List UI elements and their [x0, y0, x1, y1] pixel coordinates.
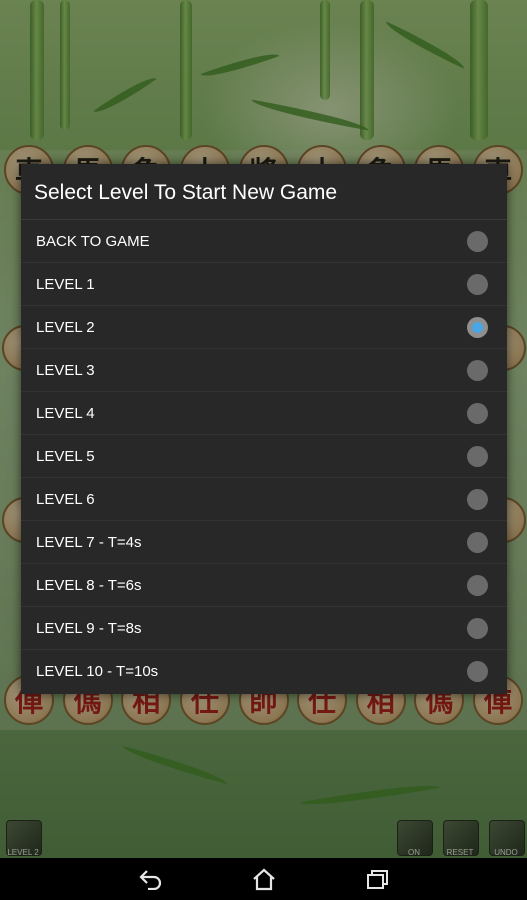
level-option-label: LEVEL 10 - T=10s: [36, 663, 159, 680]
game-screen: 車 馬 象 士 將 士 象 馬 車 俥 傌 相 仕 帥 仕 相 傌 俥 LEVE…: [0, 0, 527, 900]
level-option[interactable]: LEVEL 6: [21, 478, 507, 521]
level-option[interactable]: LEVEL 9 - T=8s: [21, 607, 507, 650]
level-option-label: LEVEL 6: [36, 491, 95, 508]
level-option[interactable]: LEVEL 7 - T=4s: [21, 521, 507, 564]
level-option-label: LEVEL 7 - T=4s: [36, 534, 142, 551]
dialog-title: Select Level To Start New Game: [21, 164, 507, 220]
home-icon[interactable]: [249, 864, 279, 894]
level-option[interactable]: LEVEL 3: [21, 349, 507, 392]
level-select-dialog: Select Level To Start New Game BACK TO G…: [21, 164, 507, 694]
radio-button[interactable]: [467, 231, 488, 252]
level-option[interactable]: LEVEL 5: [21, 435, 507, 478]
level-option[interactable]: LEVEL 10 - T=10s: [21, 650, 507, 693]
radio-button[interactable]: [467, 575, 488, 596]
radio-button[interactable]: [467, 618, 488, 639]
level-option-label: BACK TO GAME: [36, 233, 150, 250]
level-option-label: LEVEL 4: [36, 405, 95, 422]
level-option-label: LEVEL 8 - T=6s: [36, 577, 142, 594]
recent-apps-icon[interactable]: [362, 864, 392, 894]
radio-button[interactable]: [467, 274, 488, 295]
level-option[interactable]: LEVEL 4: [21, 392, 507, 435]
level-option-label: LEVEL 9 - T=8s: [36, 620, 142, 637]
level-option-label: LEVEL 5: [36, 448, 95, 465]
radio-button[interactable]: [467, 489, 488, 510]
system-nav-bar: [0, 858, 527, 900]
level-option[interactable]: LEVEL 8 - T=6s: [21, 564, 507, 607]
level-option-label: LEVEL 1: [36, 276, 95, 293]
level-option[interactable]: BACK TO GAME: [21, 220, 507, 263]
radio-button[interactable]: [467, 446, 488, 467]
radio-button[interactable]: [467, 661, 488, 682]
radio-button[interactable]: [467, 360, 488, 381]
radio-button[interactable]: [467, 532, 488, 553]
level-options-list: BACK TO GAME LEVEL 1 LEVEL 2 LEVEL 3 LEVEL 4…: [21, 220, 507, 693]
radio-button-checked[interactable]: [467, 317, 488, 338]
level-option[interactable]: LEVEL 1: [21, 263, 507, 306]
level-option-label: LEVEL 3: [36, 362, 95, 379]
radio-button[interactable]: [467, 403, 488, 424]
level-option-label: LEVEL 2: [36, 319, 95, 336]
level-option[interactable]: LEVEL 2: [21, 306, 507, 349]
back-icon[interactable]: [136, 864, 166, 894]
